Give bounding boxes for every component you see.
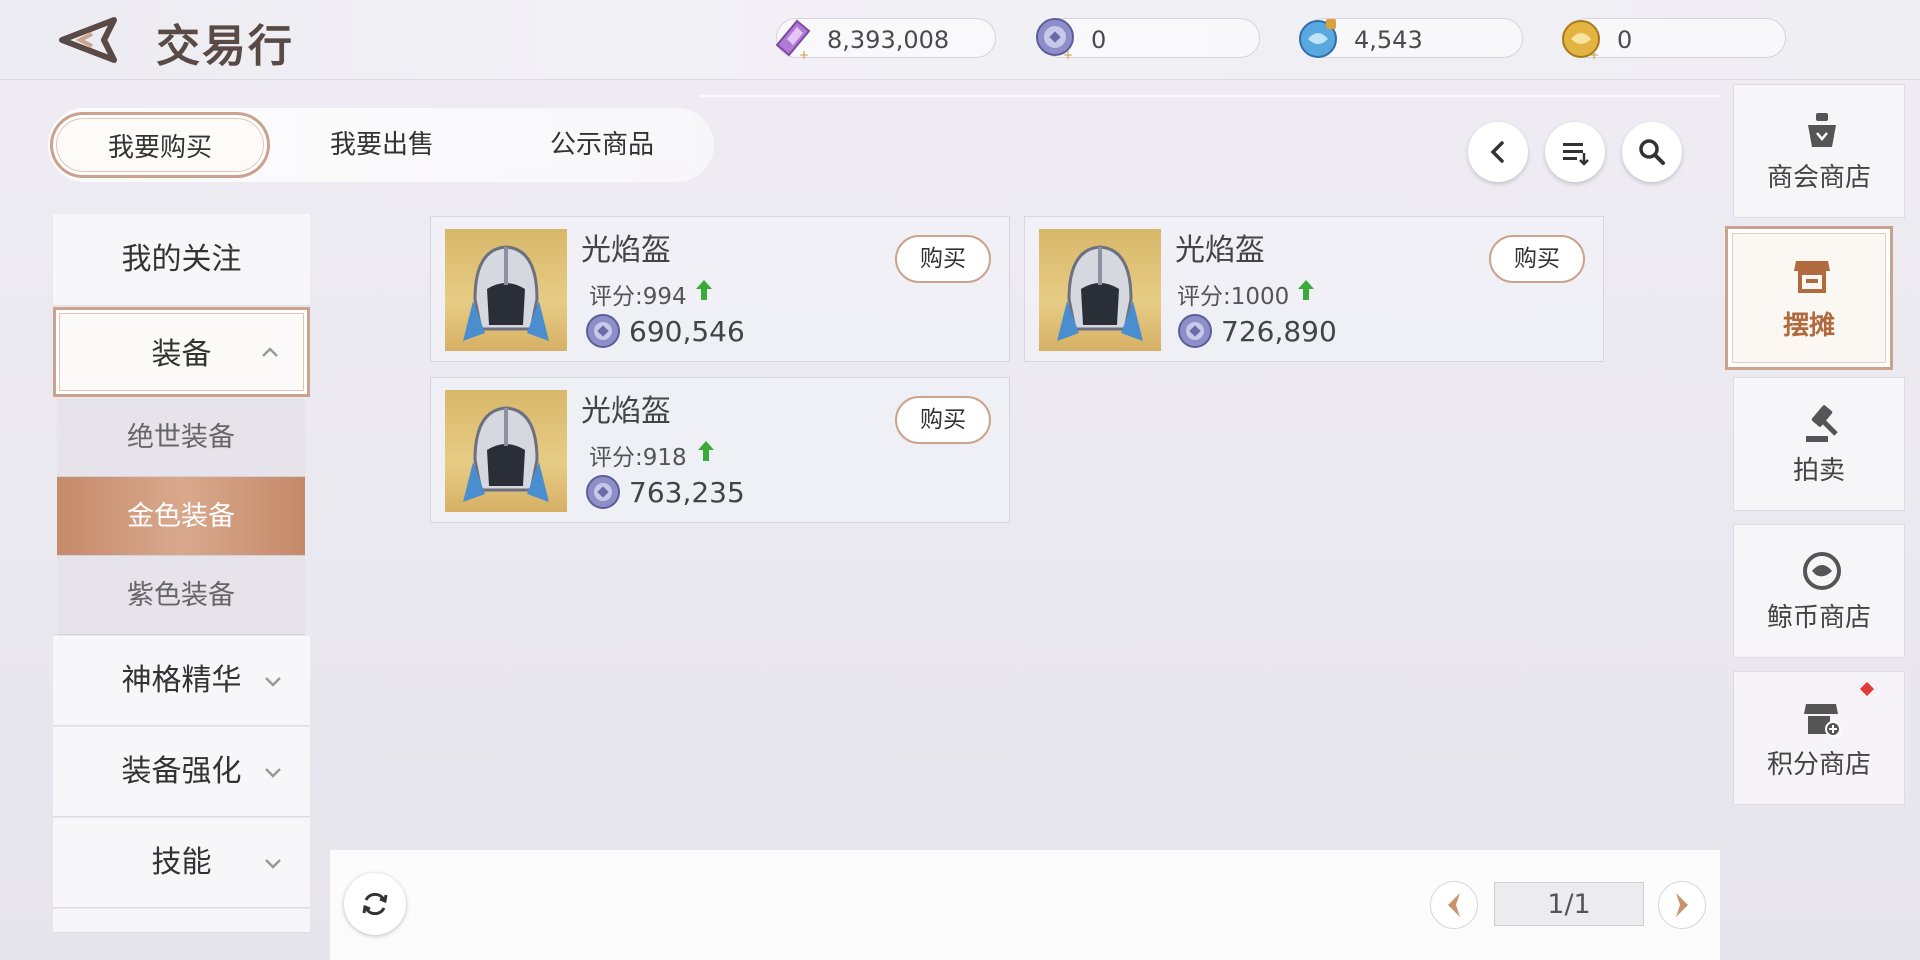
silver-coin-icon xyxy=(1178,314,1212,348)
stall-icon xyxy=(1794,261,1830,293)
svg-text:+: + xyxy=(799,48,809,61)
buy-button[interactable]: 购买 xyxy=(1489,235,1585,283)
category-more xyxy=(53,909,310,933)
tab-bar: 我要购买 我要出售 公示商品 xyxy=(48,108,714,182)
currency-gem[interactable]: + 8,393,008 xyxy=(775,18,996,61)
page-title: 交易行 xyxy=(156,21,294,72)
subcategory-peerless[interactable]: 绝世装备 xyxy=(57,398,305,477)
up-arrow-icon xyxy=(696,280,712,300)
buy-button[interactable]: 购买 xyxy=(895,396,991,444)
silver-coin-icon: + xyxy=(1036,18,1074,61)
item-card[interactable]: 光焰盔 评分:994 690,546 购买 xyxy=(430,216,1010,362)
gavel-icon xyxy=(1806,405,1838,442)
search-button[interactable] xyxy=(1622,122,1682,182)
category-favorites[interactable]: 我的关注 xyxy=(53,214,310,306)
item-score: 评分:994 xyxy=(589,284,687,310)
chevron-down-icon xyxy=(265,859,281,869)
item-card[interactable]: 光焰盔 评分:918 763,235 购买 xyxy=(430,377,1010,523)
item-price: 726,890 xyxy=(1221,315,1337,348)
currency-silver[interactable]: + 0 xyxy=(1036,18,1260,61)
back-arrow-icon[interactable] xyxy=(52,14,118,66)
next-page-button[interactable] xyxy=(1658,881,1706,929)
helmet-icon xyxy=(445,390,567,512)
search-icon xyxy=(1639,139,1665,165)
tab-public[interactable]: 公示商品 xyxy=(492,112,712,178)
nav-whale-coin-shop[interactable]: 鲸币商店 xyxy=(1733,524,1905,658)
nav-points-shop[interactable]: 积分商店 xyxy=(1733,671,1905,805)
blue-whale-coin-icon xyxy=(1299,19,1337,58)
silver-coin-icon xyxy=(586,314,620,348)
category-divine-essence[interactable]: 神格精华 xyxy=(53,636,310,726)
sort-list-icon xyxy=(1563,143,1589,166)
category-skills[interactable]: 技能 xyxy=(53,818,310,908)
silver-coin-icon xyxy=(586,475,620,509)
category-enhance[interactable]: 装备强化 xyxy=(53,727,310,817)
tab-sell[interactable]: 我要出售 xyxy=(272,112,492,178)
svg-text:+: + xyxy=(1063,48,1073,61)
item-card[interactable]: 光焰盔 评分:1000 726,890 购买 xyxy=(1024,216,1604,362)
item-price: 690,546 xyxy=(629,315,745,348)
helmet-icon xyxy=(445,229,567,351)
gold-whale-coin-icon: + xyxy=(1562,20,1600,61)
sort-button[interactable] xyxy=(1545,122,1605,182)
currency-gold-whale[interactable]: + 0 xyxy=(1562,18,1786,61)
buy-button[interactable]: 购买 xyxy=(895,235,991,283)
up-arrow-icon xyxy=(698,441,714,461)
svg-text:+: + xyxy=(1589,48,1599,61)
prev-page-button[interactable] xyxy=(1430,881,1478,929)
nav-guild-shop[interactable]: 商会商店 xyxy=(1733,84,1905,218)
refresh-icon xyxy=(362,892,388,916)
shop-scale-icon xyxy=(1808,113,1836,147)
chevron-left-icon xyxy=(1490,141,1504,163)
page-indicator: 1/1 xyxy=(1494,882,1644,926)
chevron-up-icon xyxy=(262,347,278,357)
item-score: 评分:918 xyxy=(589,445,687,471)
purple-gem-icon: + xyxy=(775,19,811,61)
chevron-down-icon xyxy=(265,768,281,778)
chevron-left-icon xyxy=(1448,893,1460,917)
item-name: 光焰盔 xyxy=(581,394,671,429)
item-name: 光焰盔 xyxy=(1175,233,1265,268)
tab-buy[interactable]: 我要购买 xyxy=(50,112,270,178)
subcategory-gold[interactable]: 金色装备 xyxy=(57,477,305,556)
nav-auction[interactable]: 拍卖 xyxy=(1733,377,1905,511)
subcategory-purple[interactable]: 紫色装备 xyxy=(57,556,305,635)
chevron-right-icon xyxy=(1676,893,1688,917)
currency-blue-whale[interactable]: 4,543 xyxy=(1299,18,1523,58)
helmet-icon xyxy=(1039,229,1161,351)
refresh-button[interactable] xyxy=(344,873,406,935)
item-price: 763,235 xyxy=(629,476,745,509)
item-name: 光焰盔 xyxy=(581,233,671,268)
whale-coin-icon xyxy=(1803,552,1841,590)
points-shop-icon xyxy=(1804,704,1841,737)
top-bar: 交易行 + 8,393,008 + 0 4,543 + 0 xyxy=(0,0,1920,80)
item-score: 评分:1000 xyxy=(1177,284,1290,310)
back-button[interactable] xyxy=(1468,122,1528,182)
category-equipment[interactable]: 装备 xyxy=(53,307,310,397)
up-arrow-icon xyxy=(1298,280,1314,300)
chevron-down-icon xyxy=(265,677,281,687)
nav-stall[interactable]: 摆摊 xyxy=(1725,226,1893,370)
